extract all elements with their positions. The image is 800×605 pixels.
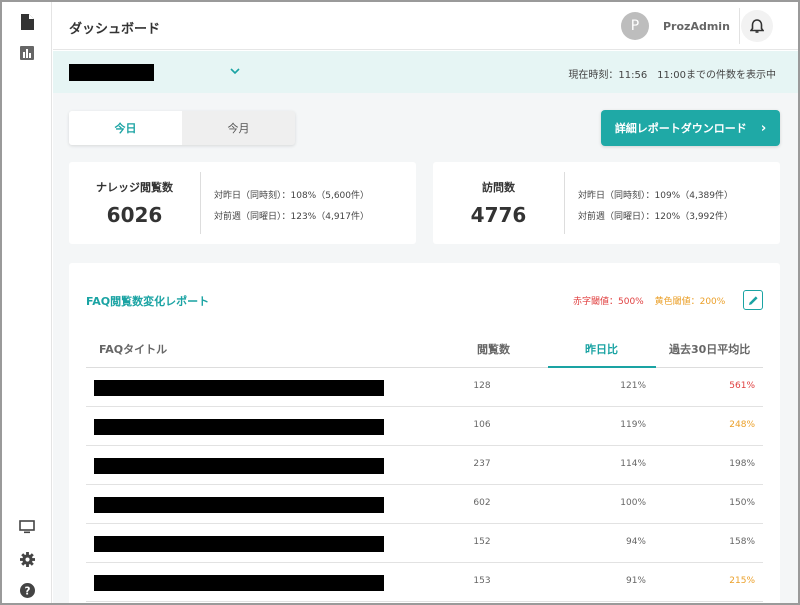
cell-day-over-day: 114%: [620, 459, 646, 469]
faq-title-redacted[interactable]: [94, 458, 384, 474]
column-header-day-over-day[interactable]: 昨日比: [585, 341, 618, 357]
stat-compare-yesterday: 対昨日（同時刻）：108%（5,600件）: [214, 191, 369, 201]
red-threshold: 赤字閾値：500%: [573, 297, 644, 307]
current-time-info: 現在時刻：11:56 11:00までの件数を表示中: [568, 70, 776, 81]
table-row[interactable]: 602 100% 150%: [86, 486, 763, 524]
cell-views: 106: [473, 420, 491, 430]
sidebar: ?: [2, 2, 52, 603]
table-row[interactable]: 152 94% 158%: [86, 525, 763, 563]
stat-compare-last-week: 対前週（同曜日）：123%（4,917件）: [214, 212, 369, 222]
header-divider: [739, 8, 740, 44]
stat-label: ナレッジ閲覧数: [96, 181, 173, 194]
faq-title-redacted[interactable]: [94, 536, 384, 552]
cell-day-over-day: 91%: [625, 576, 646, 586]
organization-select[interactable]: [69, 64, 154, 81]
period-tabs: 今日 今月: [69, 111, 295, 145]
top-header: ダッシュボード P ProzAdmin: [53, 2, 798, 50]
table-row[interactable]: 153 91% 215%: [86, 564, 763, 602]
stat-compare-last-week: 対前週（同曜日）：120%（3,992件）: [578, 212, 733, 222]
cell-day-over-day: 119%: [620, 420, 646, 430]
cell-day-over-day: 100%: [620, 498, 646, 508]
help-icon[interactable]: ?: [18, 581, 36, 599]
edit-thresholds-button[interactable]: [743, 290, 763, 310]
faq-title-redacted[interactable]: [94, 419, 384, 435]
tab-today[interactable]: 今日: [69, 111, 182, 145]
stat-label: 訪問数: [482, 181, 515, 194]
cell-views: 128: [473, 381, 491, 391]
cell-day-over-day: 121%: [620, 381, 646, 391]
chevron-down-icon[interactable]: [227, 63, 243, 79]
filter-bar: 現在時刻：11:56 11:00までの件数を表示中: [53, 51, 798, 93]
download-report-label: 詳細レポートダウンロード: [614, 122, 747, 135]
app-frame: ? ダッシュボード P ProzAdmin 現在時刻：11:56 11:00まで…: [0, 0, 800, 605]
table-row[interactable]: 128 121% 561%: [86, 369, 763, 407]
cell-30day-avg: 215%: [729, 576, 755, 586]
tab-this-month[interactable]: 今月: [182, 111, 295, 145]
column-header-title[interactable]: FAQタイトル: [99, 341, 167, 357]
gear-icon[interactable]: [18, 550, 36, 568]
cell-views: 152: [473, 537, 491, 547]
table-row[interactable]: 106 119% 248%: [86, 408, 763, 446]
faq-title-redacted[interactable]: [94, 575, 384, 591]
stat-compare-yesterday: 対昨日（同時刻）：109%（4,389件）: [578, 191, 733, 201]
threshold-info: 赤字閾値：500% 黄色閾値：200%: [573, 294, 725, 307]
stat-value: 6026: [106, 203, 163, 227]
table-row[interactable]: 237 114% 198%: [86, 447, 763, 485]
chevron-right-icon: ›: [760, 120, 767, 136]
monitor-icon[interactable]: [18, 518, 36, 536]
cell-30day-avg: 150%: [729, 498, 755, 508]
column-header-30day-avg[interactable]: 過去30日平均比: [669, 341, 750, 357]
faq-report-card: FAQ閲覧数変化レポート 赤字閾値：500% 黄色閾値：200% FAQタイトル…: [69, 263, 780, 603]
faq-title-redacted[interactable]: [94, 380, 384, 396]
bar-chart-icon[interactable]: [18, 44, 36, 62]
svg-text:?: ?: [24, 585, 30, 597]
sort-indicator: [548, 366, 656, 368]
column-header-views[interactable]: 閲覧数: [477, 341, 510, 357]
pencil-icon: [748, 295, 758, 305]
bell-icon[interactable]: [741, 10, 773, 42]
document-icon[interactable]: [18, 13, 36, 31]
table-header-divider: [86, 367, 763, 368]
cell-day-over-day: 94%: [625, 537, 646, 547]
avatar[interactable]: P: [621, 12, 649, 40]
stat-value: 4776: [470, 203, 527, 227]
cell-views: 237: [473, 459, 491, 469]
main-content: 今日 今月 詳細レポートダウンロード › ナレッジ閲覧数 6026 対昨日（同時…: [53, 93, 798, 603]
cell-30day-avg: 561%: [729, 381, 755, 391]
cell-views: 153: [473, 576, 491, 586]
faq-title-redacted[interactable]: [94, 497, 384, 513]
cell-views: 602: [473, 498, 491, 508]
cell-30day-avg: 198%: [729, 459, 755, 469]
cell-30day-avg: 248%: [729, 420, 755, 430]
download-report-button[interactable]: 詳細レポートダウンロード ›: [601, 110, 780, 146]
stat-divider: [200, 172, 201, 234]
stat-card-visits: 訪問数 4776 対昨日（同時刻）：109%（4,389件） 対前週（同曜日）：…: [433, 162, 780, 244]
cell-30day-avg: 158%: [729, 537, 755, 547]
yellow-threshold: 黄色閾値：200%: [654, 297, 726, 307]
stat-card-knowledge-views: ナレッジ閲覧数 6026 対昨日（同時刻）：108%（5,600件） 対前週（同…: [69, 162, 416, 244]
faq-report-title: FAQ閲覧数変化レポート: [86, 295, 210, 308]
stat-divider: [564, 172, 565, 234]
page-title: ダッシュボード: [69, 22, 161, 37]
username[interactable]: ProzAdmin: [663, 20, 730, 33]
